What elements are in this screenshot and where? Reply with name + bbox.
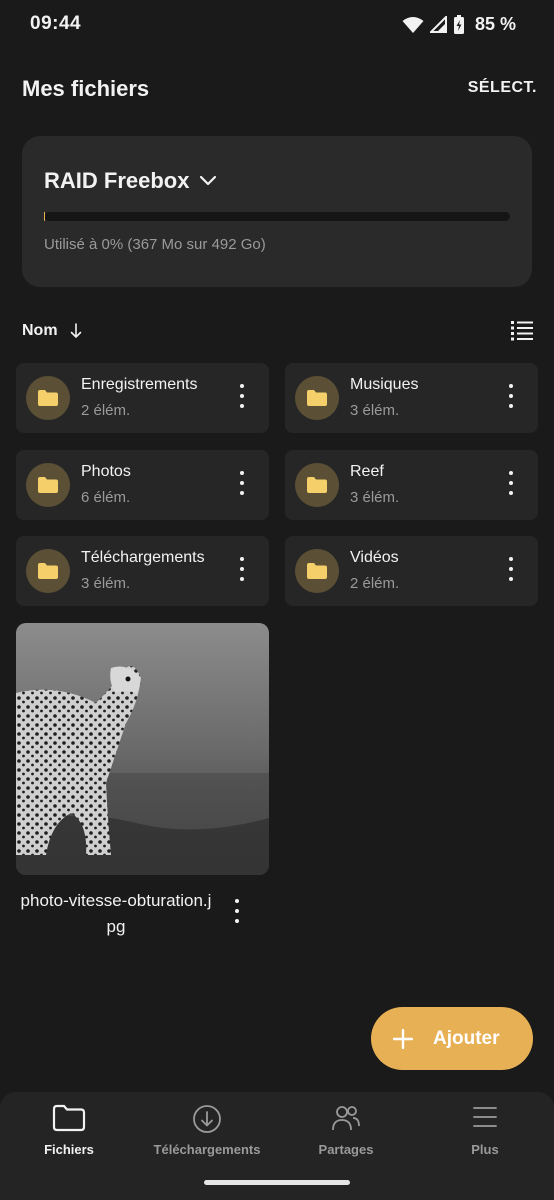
page-title: Mes fichiers <box>22 76 150 101</box>
list-view-toggle[interactable] <box>510 319 534 346</box>
nav-label: Plus <box>471 1142 499 1157</box>
plus-icon <box>393 1028 413 1049</box>
folder-icon <box>52 1104 86 1132</box>
app-header: Mes fichiers SÉLECT. <box>0 70 554 110</box>
arrow-down-icon <box>70 323 81 338</box>
folder-icon <box>26 549 70 593</box>
cell-signal-icon <box>429 16 447 33</box>
nav-item-plus[interactable]: Plus <box>416 1092 554 1172</box>
folder-item[interactable]: Vidéos 2 élém. <box>285 536 538 606</box>
more-options-icon[interactable] <box>508 471 514 499</box>
more-options-icon[interactable] <box>508 384 514 412</box>
more-options-icon[interactable] <box>239 384 245 412</box>
folder-count: 6 élém. <box>81 489 131 506</box>
folder-name: Musiques <box>350 376 419 393</box>
folder-count: 3 élém. <box>350 402 400 419</box>
storage-card[interactable]: RAID Freebox Utilisé à 0% (367 Mo sur 49… <box>22 136 532 287</box>
cheetah-photo <box>16 623 269 875</box>
nav-item-fichiers[interactable]: Fichiers <box>0 1092 138 1172</box>
folder-name: Photos <box>81 463 131 480</box>
folder-icon <box>26 376 70 420</box>
folder-name: Vidéos <box>350 549 399 566</box>
bottom-navigation: Fichiers Téléchargements Partages Plus <box>0 1092 554 1200</box>
home-indicator[interactable] <box>204 1180 350 1185</box>
storage-usage-text: Utilisé à 0% (367 Mo sur 492 Go) <box>44 236 266 253</box>
add-button-label: Ajouter <box>433 1027 500 1049</box>
storage-name: RAID Freebox <box>44 168 190 193</box>
nav-item-telechargements[interactable]: Téléchargements <box>138 1092 276 1172</box>
battery-percent: 85 % <box>474 14 516 34</box>
more-options-icon[interactable] <box>508 557 514 585</box>
chevron-down-icon <box>200 175 217 186</box>
select-button[interactable]: SÉLECT. <box>468 79 537 97</box>
menu-icon <box>473 1107 497 1127</box>
file-name: photo-vitesse-obturation.jpg <box>20 891 212 936</box>
nav-label: Partages <box>318 1142 374 1157</box>
folder-count: 2 élém. <box>350 575 400 592</box>
folder-icon <box>26 463 70 507</box>
folder-item[interactable]: Enregistrements 2 élém. <box>16 363 269 433</box>
people-icon <box>332 1106 360 1131</box>
folder-icon <box>295 549 339 593</box>
folder-icon <box>295 463 339 507</box>
download-icon <box>193 1105 221 1133</box>
nav-label: Téléchargements <box>153 1142 261 1157</box>
battery-charging-icon <box>453 14 464 34</box>
folder-name: Reef <box>350 463 384 480</box>
status-icons: 85 % <box>402 14 516 35</box>
folder-name: Téléchargements <box>81 549 205 566</box>
more-options-icon[interactable] <box>234 899 240 927</box>
storage-progress-bar <box>44 212 510 221</box>
folder-item[interactable]: Photos 6 élém. <box>16 450 269 520</box>
sort-label: Nom <box>22 322 58 339</box>
status-time: 09:44 <box>30 13 82 34</box>
folder-count: 3 élém. <box>350 489 400 506</box>
add-button[interactable]: Ajouter <box>371 1007 533 1070</box>
nav-label: Fichiers <box>44 1142 94 1157</box>
folder-count: 2 élém. <box>81 402 131 419</box>
wifi-icon <box>402 16 424 33</box>
folder-item[interactable]: Musiques 3 élém. <box>285 363 538 433</box>
status-bar: 09:44 85 % <box>0 0 554 50</box>
more-options-icon[interactable] <box>239 557 245 585</box>
sort-row: Nom <box>0 316 554 348</box>
storage-selector[interactable]: RAID Freebox <box>44 168 217 194</box>
folder-count: 3 élém. <box>81 575 131 592</box>
sort-button[interactable]: Nom <box>22 322 82 340</box>
list-view-icon <box>511 321 533 341</box>
folder-name: Enregistrements <box>81 376 198 393</box>
folder-item[interactable]: Reef 3 élém. <box>285 450 538 520</box>
more-options-icon[interactable] <box>239 471 245 499</box>
folder-icon <box>295 376 339 420</box>
nav-item-partages[interactable]: Partages <box>277 1092 415 1172</box>
folder-item[interactable]: Téléchargements 3 élém. <box>16 536 269 606</box>
file-thumbnail[interactable] <box>16 623 269 875</box>
